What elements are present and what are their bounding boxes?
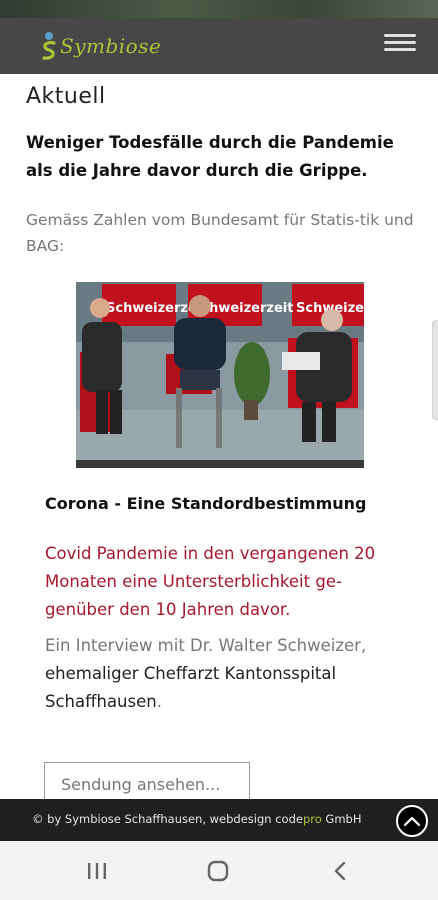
android-nav-bar <box>0 841 438 900</box>
recent-apps-icon <box>88 863 106 879</box>
site-footer: © by Symbiose Schaffhausen, webdesign co… <box>0 799 438 841</box>
footer-text-prefix: © by Symbiose Schaffhausen, webdesign co… <box>32 812 303 826</box>
desc-part-2: ehemaliger Cheffarzt Kantonsspital Schaf… <box>45 664 337 711</box>
menu-button[interactable] <box>384 30 416 58</box>
desc-part-1: Ein Interview mit Dr. Walter Schweizer, <box>45 636 367 655</box>
lead-text: Weniger Todesfälle durch die Pandemie al… <box>26 133 394 180</box>
back-button[interactable] <box>328 858 354 884</box>
video-description: Ein Interview mit Dr. Walter Schweizer, … <box>45 632 405 716</box>
status-strip <box>0 0 438 18</box>
back-icon <box>334 861 346 881</box>
video-title: Corona - Eine Standordbestimmung <box>45 494 367 513</box>
video-thumbnail[interactable]: Schweizerzeit Schweizerzeit Schweizerzei… <box>76 282 364 468</box>
page-title: Aktuell <box>26 84 106 109</box>
video-highlight: Covid Pandemie in den vergangenen 20 Mon… <box>45 544 376 619</box>
hamburger-menu-icon <box>384 34 416 37</box>
logo-mark-icon <box>40 31 58 61</box>
home-icon <box>207 860 229 882</box>
logo-text: Symbiose <box>60 34 162 58</box>
main-content: Aktuell Weniger Todesfälle durch die Pan… <box>26 84 418 259</box>
intro-text: Gemäss Zahlen vom Bundesamt für Statis-t… <box>26 211 414 255</box>
footer-copyright: © by Symbiose Schaffhausen, webdesign co… <box>32 812 362 826</box>
footer-text-suffix: GmbH <box>321 812 362 826</box>
desc-part-3: . <box>156 692 162 711</box>
recent-apps-button[interactable] <box>84 858 110 884</box>
edge-panel-handle[interactable] <box>432 320 438 420</box>
home-button[interactable] <box>205 858 231 884</box>
site-logo[interactable]: Symbiose <box>40 26 161 66</box>
scroll-to-top-button[interactable] <box>396 805 428 837</box>
footer-text-accent: pro <box>302 812 322 826</box>
chevron-up-icon <box>403 816 421 827</box>
site-header: Symbiose <box>0 18 438 74</box>
